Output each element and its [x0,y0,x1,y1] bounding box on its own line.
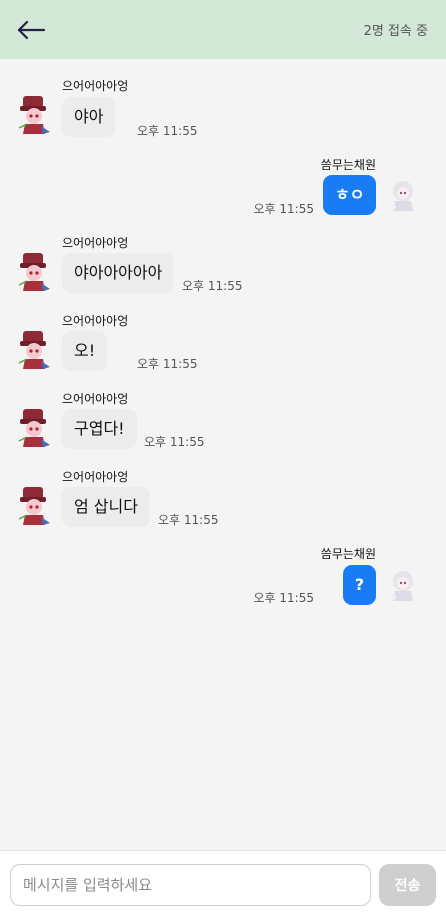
sender-name: 으어어아아엉 [62,314,129,328]
message-time: 오후 11:55 [144,435,205,449]
message-bubble[interactable]: ? [343,565,376,605]
arrow-left-icon [17,20,46,40]
back-button[interactable] [16,16,48,44]
message-time: 오후 11:55 [158,513,219,527]
user-avatar-icon [18,331,50,369]
message-time: 오후 11:55 [137,357,198,371]
user-avatar-icon [18,409,50,447]
message-bubble[interactable]: 오! [62,331,108,371]
user-avatar-icon [18,96,50,134]
message-input[interactable] [10,864,371,906]
sender-name: 씀무는채원 [320,158,376,172]
sender-name: 으어어아아엉 [62,470,129,484]
message-bubble[interactable]: 야아아아아아 [62,253,175,293]
message-composer: 전송 [0,850,446,917]
user-avatar-icon [18,253,50,291]
sender-name: 씀무는채원 [320,547,376,561]
user-avatar-icon [390,571,413,601]
message-list[interactable]: 으어어아아엉 야아 오후 11:55 씀무는채원 ㅎㅇ 오후 11:55 으어어… [0,59,446,850]
message-time: 오후 11:55 [253,591,314,605]
chat-header: 2명 접속 중 [0,0,446,59]
message-item: 으어어아아엉 엄 삽니다 오후 11:55 [0,455,446,533]
sender-name: 으어어아아엉 [62,236,129,250]
message-item: 으어어아아엉 야아아아아아 오후 11:55 [0,219,446,299]
message-item: 씀무는채원 ? 오후 11:55 [0,533,446,613]
message-item: 씀무는채원 ㅎㅇ 오후 11:55 [0,139,446,219]
message-item: 으어어아아엉 오! 오후 11:55 [0,299,446,377]
online-count: 2명 접속 중 [363,24,428,39]
sender-name: 으어어아아엉 [62,392,129,406]
message-time: 오후 11:55 [182,279,243,293]
message-bubble[interactable]: 야아 [62,97,116,137]
message-item: 으어어아아엉 구엽다! 오후 11:55 [0,377,446,455]
send-button[interactable]: 전송 [379,864,436,906]
message-bubble[interactable]: 엄 삽니다 [62,487,150,527]
sender-name: 으어어아아엉 [62,79,129,93]
message-item: 으어어아아엉 야아 오후 11:55 [0,59,446,139]
message-time: 오후 11:55 [137,124,198,138]
message-time: 오후 11:55 [253,202,314,216]
user-avatar-icon [18,487,50,525]
message-bubble[interactable]: ㅎㅇ [323,175,376,215]
message-bubble[interactable]: 구엽다! [62,409,137,449]
user-avatar-icon [390,181,413,211]
